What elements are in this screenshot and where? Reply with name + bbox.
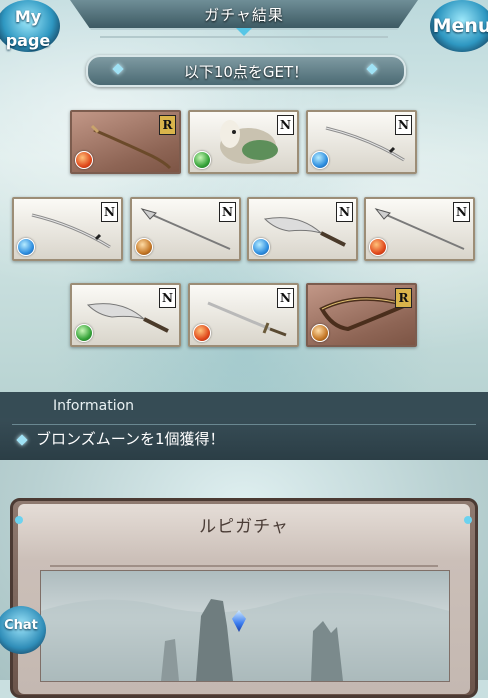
rarity-badge: N — [395, 115, 412, 135]
water-element-icon — [311, 151, 329, 169]
item-card[interactable]: N — [12, 197, 123, 261]
rarity-badge: N — [277, 115, 294, 135]
rarity-badge: N — [277, 288, 294, 308]
rarity-badge: R — [159, 115, 176, 135]
item-card[interactable]: R — [306, 283, 417, 347]
water-element-icon — [17, 238, 35, 256]
fire-element-icon — [193, 324, 211, 342]
earth-element-icon — [135, 238, 153, 256]
item-card[interactable]: N — [188, 283, 299, 347]
menu-label: Menu — [432, 15, 488, 37]
item-card[interactable]: N — [188, 110, 299, 174]
fire-element-icon — [369, 238, 387, 256]
divider — [12, 424, 476, 425]
item-card[interactable]: N — [130, 197, 241, 261]
mypage-label-page: page — [5, 31, 51, 50]
mypage-label-my: My — [14, 7, 42, 26]
item-card[interactable]: N — [306, 110, 417, 174]
divider — [50, 565, 438, 567]
rarity-badge: R — [395, 288, 412, 308]
item-card[interactable]: N — [364, 197, 475, 261]
rarity-badge: N — [159, 288, 176, 308]
result-banner: 以下10点をGET！ — [86, 55, 406, 87]
rarity-badge: N — [101, 202, 118, 222]
information-title: Information — [53, 398, 135, 414]
chat-label: Chat — [4, 618, 38, 633]
item-card[interactable]: N — [247, 197, 358, 261]
page-title: ガチャ結果 — [204, 6, 284, 24]
item-card[interactable]: R — [70, 110, 181, 174]
fire-element-icon — [75, 151, 93, 169]
header-arrow-icon — [236, 28, 252, 36]
earth-element-icon — [311, 324, 329, 342]
wind-element-icon — [193, 151, 211, 169]
item-card[interactable]: N — [70, 283, 181, 347]
information-message: ブロンズムーンを1個獲得！ — [36, 430, 225, 448]
rarity-badge: N — [336, 202, 353, 222]
wind-element-icon — [75, 324, 93, 342]
gacha-banner-image[interactable] — [40, 570, 450, 682]
mypage-button[interactable]: My page — [0, 0, 60, 52]
gacha-panel-title: ルピガチャ — [199, 517, 289, 537]
result-banner-text: 以下10点をGET！ — [183, 63, 309, 81]
water-element-icon — [252, 238, 270, 256]
rarity-badge: N — [453, 202, 470, 222]
ruins-illustration — [41, 593, 449, 681]
menu-button[interactable]: Menu — [430, 0, 488, 52]
rarity-badge: N — [219, 202, 236, 222]
